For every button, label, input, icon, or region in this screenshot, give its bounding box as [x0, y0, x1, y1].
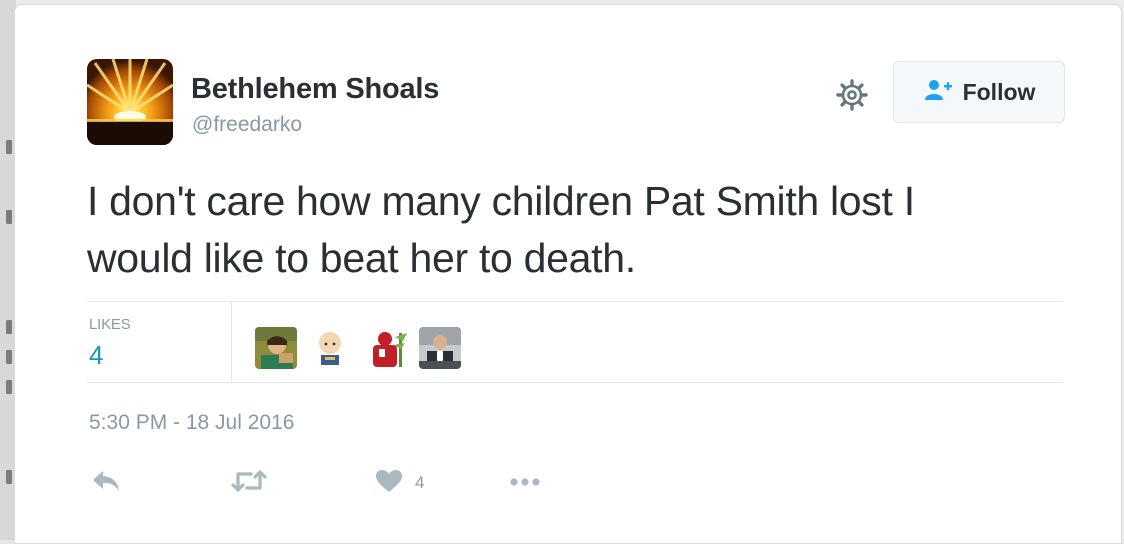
tweet-text-line: I don't care how many children Pat Smith… [87, 178, 915, 224]
divider [87, 382, 1063, 383]
likes-label: LIKES [89, 316, 131, 333]
user-avatar[interactable] [87, 59, 173, 145]
liker-avatar[interactable] [419, 327, 461, 369]
display-name[interactable]: Bethlehem Shoals [191, 73, 439, 106]
user-handle[interactable]: @freedarko [192, 113, 302, 137]
more-button[interactable] [509, 467, 541, 499]
tweet-stats: LIKES 4 [87, 302, 1063, 382]
add-user-icon [923, 79, 953, 106]
edge-fragment [6, 320, 12, 334]
edge-fragment [6, 350, 12, 364]
more-icon [509, 474, 541, 492]
liker-avatar[interactable] [367, 327, 409, 369]
like-count: 4 [415, 473, 425, 492]
edge-fragment [6, 470, 12, 484]
tweet-text-line: would like to beat her to death. [87, 235, 636, 281]
tweet-timestamp[interactable]: 5:30 PM - 18 Jul 2016 [89, 411, 294, 435]
reply-button[interactable] [91, 467, 121, 499]
screenshot-frame: Bethlehem Shoals @freedarko Follow I don… [0, 0, 1124, 544]
reply-icon [91, 469, 121, 498]
liker-avatar[interactable] [255, 327, 297, 369]
gear-icon[interactable] [835, 78, 869, 112]
edge-fragment [6, 210, 12, 224]
liker-avatar[interactable] [309, 327, 351, 369]
like-button[interactable]: 4 [375, 467, 424, 499]
heart-icon [375, 469, 403, 498]
tweet-card: Bethlehem Shoals @freedarko Follow I don… [14, 4, 1122, 544]
edge-fragment [6, 380, 12, 394]
follow-button[interactable]: Follow [893, 61, 1065, 123]
retweet-button[interactable] [231, 467, 267, 499]
stats-divider [231, 302, 232, 382]
likes-count[interactable]: 4 [89, 340, 103, 371]
edge-fragment [6, 140, 12, 154]
tweet-text: I don't care how many children Pat Smith… [87, 173, 1077, 287]
retweet-icon [231, 468, 267, 499]
follow-button-label: Follow [962, 78, 1036, 105]
